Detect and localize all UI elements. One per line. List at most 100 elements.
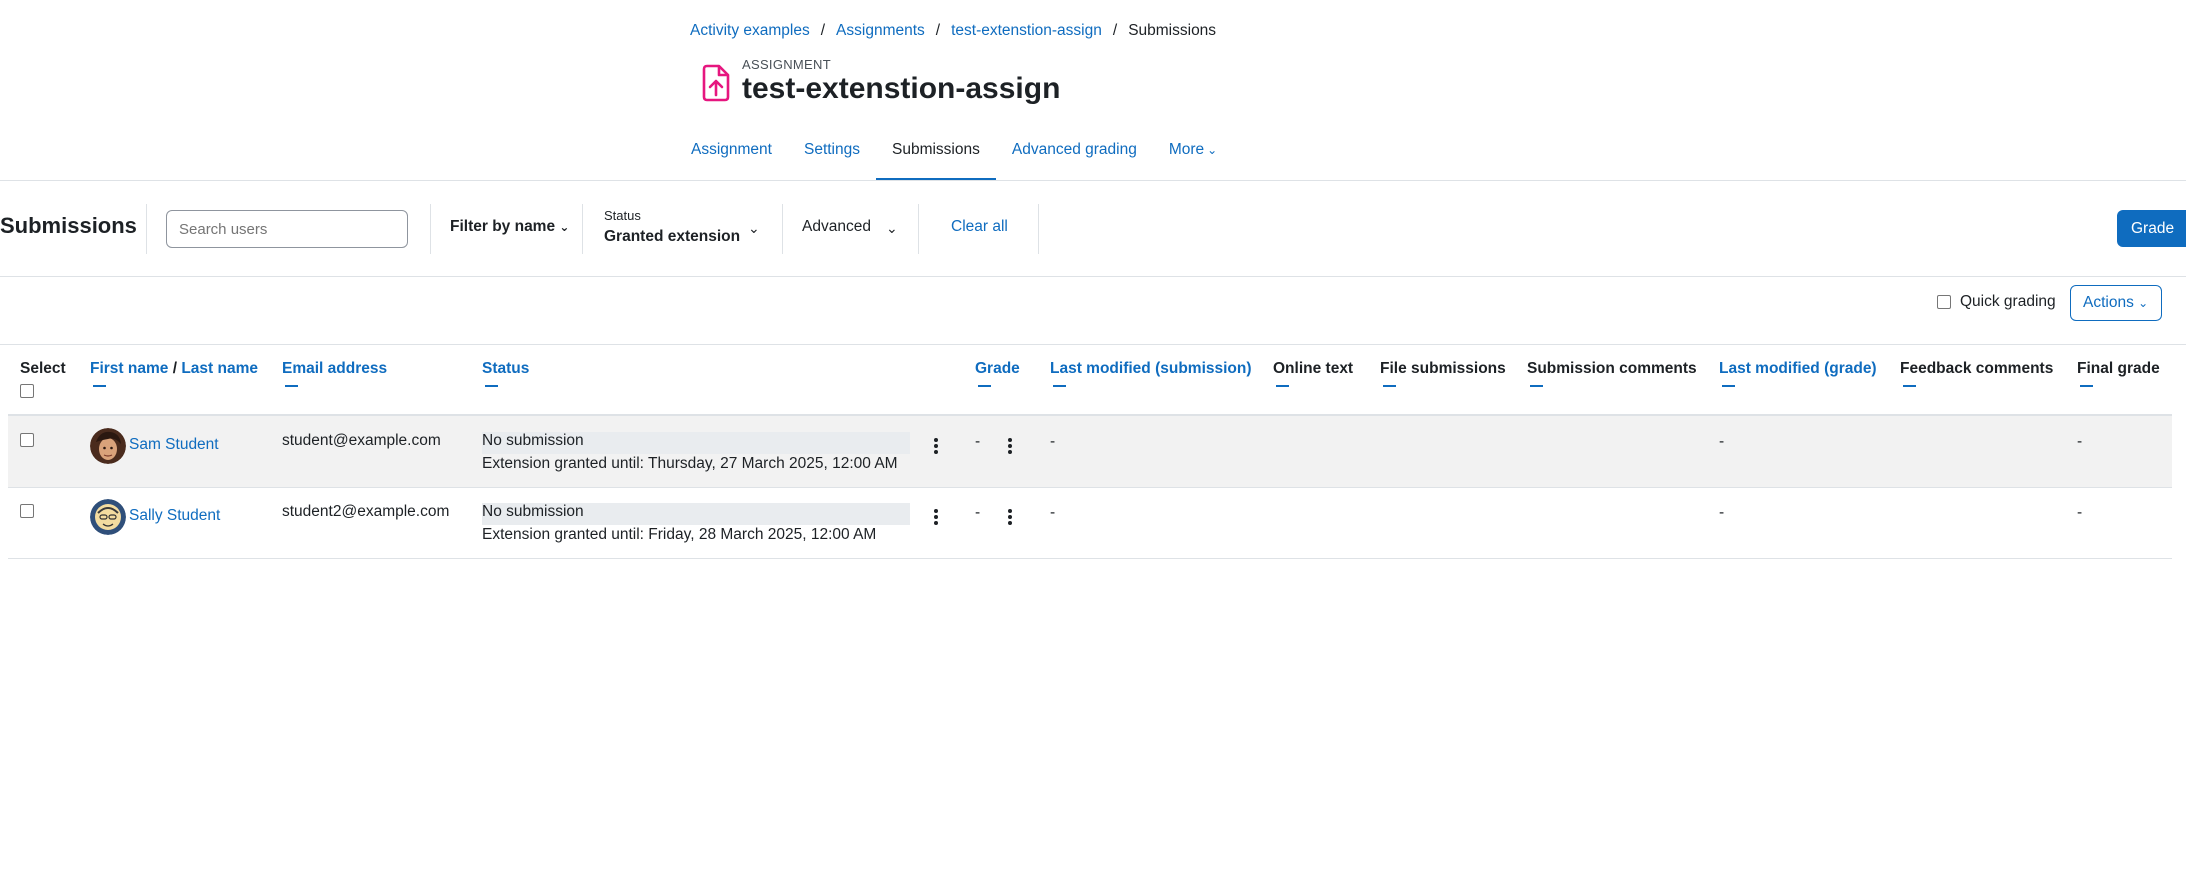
sort-email-link[interactable]: Email address (282, 360, 387, 378)
final-grade-cell: - (2077, 504, 2083, 521)
status-filter-label: Status (604, 208, 641, 223)
collapse-column-icon[interactable] (1276, 385, 1289, 387)
divider (782, 204, 783, 254)
breadcrumb-assignment[interactable]: test-extenstion-assign (951, 22, 1102, 40)
search-users-input[interactable] (166, 210, 408, 248)
extension-text: Extension granted until: Thursday, 27 Ma… (482, 455, 898, 472)
grade-cell: - (975, 504, 981, 521)
final-grade-cell: - (2077, 433, 2083, 450)
actions-button[interactable]: Actions ⌄ (2070, 285, 2162, 321)
sort-last-modified-submission-link[interactable]: Last modified (submission) (1050, 360, 1252, 378)
column-header-name: First name / Last name (90, 360, 258, 378)
collapse-column-icon[interactable] (1530, 385, 1543, 387)
divider (582, 204, 583, 254)
status-filter-dropdown[interactable]: Granted extension (604, 228, 740, 246)
tab-assignment[interactable]: Assignment (675, 132, 788, 181)
column-header-final-grade: Final grade (2077, 360, 2160, 377)
breadcrumb-separator: / (935, 22, 941, 39)
page-title: test-extenstion-assign (742, 72, 1061, 105)
extension-text: Extension granted until: Friday, 28 Marc… (482, 526, 877, 543)
file-upload-icon (700, 64, 732, 102)
column-header-file-submissions: File submissions (1380, 360, 1506, 377)
collapse-column-icon[interactable] (1903, 385, 1916, 387)
more-vertical-icon[interactable] (934, 438, 938, 456)
last-modified-grade-cell: - (1719, 433, 1725, 450)
last-modified-submission-cell: - (1050, 433, 1056, 450)
divider (1038, 204, 1039, 254)
row-divider (8, 487, 2172, 488)
breadcrumb-current: Submissions (1128, 22, 1217, 39)
breadcrumb-activity-examples[interactable]: Activity examples (690, 22, 810, 40)
breadcrumb-separator: / (1112, 22, 1118, 39)
collapse-column-icon[interactable] (978, 385, 991, 387)
avatar (90, 499, 126, 535)
more-vertical-icon[interactable] (1008, 438, 1012, 456)
status-cell: No submission (482, 432, 910, 454)
quick-grading-label[interactable]: Quick grading (1960, 293, 2056, 311)
submissions-heading: Submissions (0, 213, 137, 238)
clear-all-button[interactable]: Clear all (951, 218, 1008, 236)
secondary-navigation: Assignment Settings Submissions Advanced… (675, 132, 1233, 181)
sort-grade-link[interactable]: Grade (975, 360, 1020, 378)
chevron-down-icon[interactable]: ⌄ (748, 220, 760, 237)
collapse-column-icon[interactable] (93, 385, 106, 387)
column-header-select: Select (20, 360, 66, 377)
divider (0, 344, 2186, 345)
tab-more[interactable]: More ⌄ (1153, 132, 1233, 181)
collapse-column-icon[interactable] (485, 385, 498, 387)
tab-submissions[interactable]: Submissions (876, 132, 996, 181)
name-separator: / (172, 360, 178, 377)
row-divider (8, 558, 2172, 559)
column-header-submission-comments: Submission comments (1527, 360, 1697, 377)
row-select-checkbox[interactable] (20, 433, 34, 447)
filter-by-name-label: Filter by name (450, 218, 556, 235)
chevron-down-icon: ⌄ (1207, 143, 1218, 157)
table-row (8, 416, 2172, 487)
collapse-column-icon[interactable] (2080, 385, 2093, 387)
collapse-column-icon[interactable] (1722, 385, 1735, 387)
column-header-online-text: Online text (1273, 360, 1354, 377)
advanced-filter-dropdown[interactable]: Advanced (802, 218, 871, 236)
sort-status-link[interactable]: Status (482, 360, 529, 378)
more-vertical-icon[interactable] (934, 509, 938, 527)
actions-label: Actions (2083, 294, 2134, 311)
chevron-down-icon[interactable]: ⌄ (886, 220, 898, 237)
chevron-down-icon: ⌄ (559, 220, 570, 234)
user-name-link[interactable]: Sally Student (129, 507, 220, 525)
sort-first-name-link[interactable]: First name (90, 360, 168, 377)
sort-last-modified-grade-link[interactable]: Last modified (grade) (1719, 360, 1877, 378)
grade-cell: - (975, 433, 981, 450)
breadcrumb: Activity examples / Assignments / test-e… (690, 22, 1216, 40)
tab-label: Submissions (892, 141, 980, 158)
email-cell: student@example.com (282, 432, 441, 449)
grade-button[interactable]: Grade (2117, 210, 2186, 247)
user-name-link[interactable]: Sam Student (129, 436, 219, 454)
breadcrumb-separator: / (820, 22, 826, 39)
tab-label: More (1168, 141, 1205, 158)
tab-advanced-grading[interactable]: Advanced grading (996, 132, 1153, 181)
breadcrumb-assignments[interactable]: Assignments (836, 22, 925, 40)
row-select-checkbox[interactable] (20, 504, 34, 518)
tab-label: Settings (803, 141, 860, 158)
sort-last-name-link[interactable]: Last name (181, 360, 258, 377)
divider (918, 204, 919, 254)
collapse-column-icon[interactable] (1383, 385, 1396, 387)
more-vertical-icon[interactable] (1008, 509, 1012, 527)
tab-settings[interactable]: Settings (788, 132, 876, 181)
chevron-down-icon: ⌄ (2138, 296, 2149, 310)
divider (0, 276, 2186, 277)
last-modified-grade-cell: - (1719, 504, 1725, 521)
divider (0, 180, 2186, 181)
divider (146, 204, 147, 254)
quick-grading-checkbox[interactable] (1937, 295, 1951, 309)
tab-label: Assignment (691, 141, 772, 158)
status-cell: No submission (482, 503, 910, 525)
avatar (90, 428, 126, 464)
select-all-checkbox[interactable] (20, 384, 34, 398)
filter-by-name-dropdown[interactable]: Filter by name ⌄ (450, 218, 569, 236)
column-header-feedback-comments: Feedback comments (1900, 360, 2054, 377)
last-modified-submission-cell: - (1050, 504, 1056, 521)
collapse-column-icon[interactable] (1053, 385, 1066, 387)
divider (430, 204, 431, 254)
collapse-column-icon[interactable] (285, 385, 298, 387)
